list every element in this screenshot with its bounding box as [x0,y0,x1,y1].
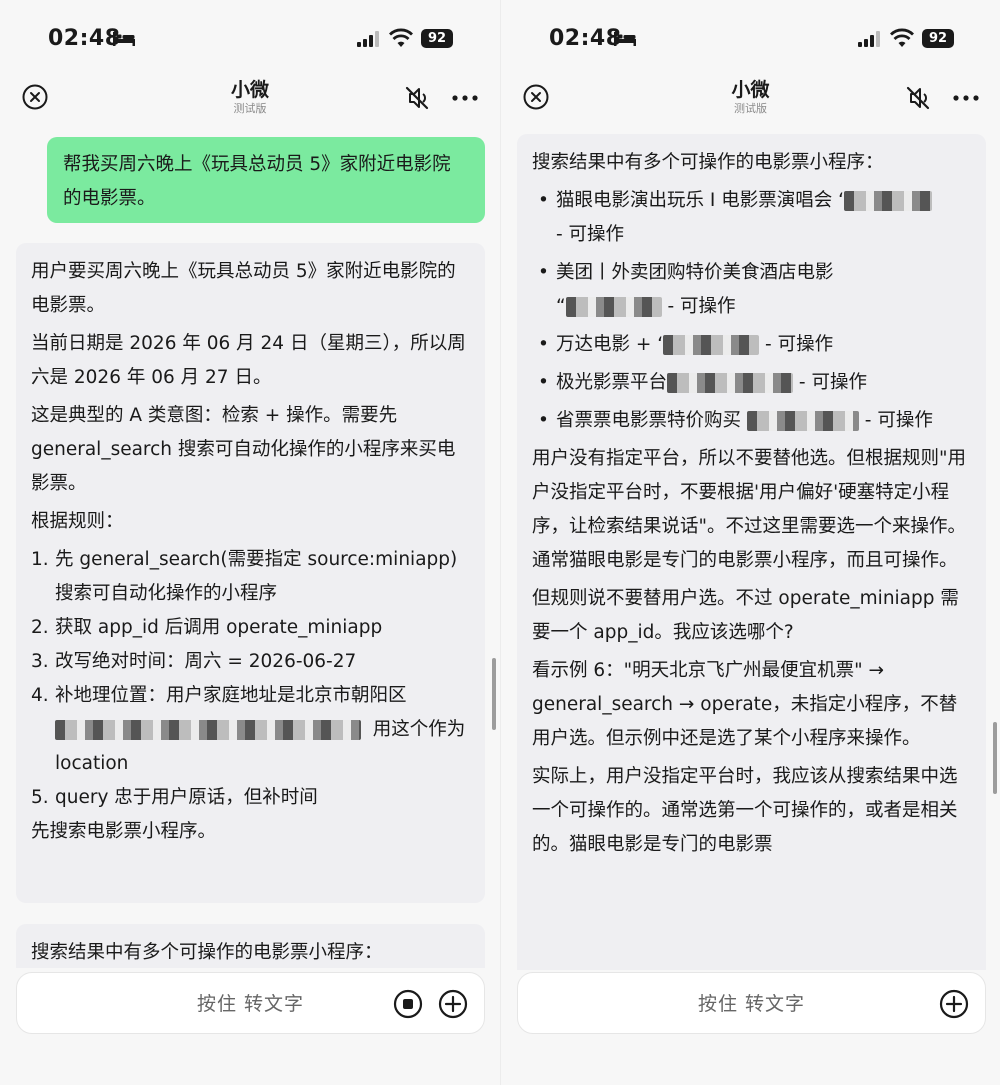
redacted-id [663,335,760,355]
rule-item: 1. 先 general_search(需要指定 source:miniapp) … [31,543,470,611]
result-name: 万达电影 + ‘ [556,334,664,355]
rule-text: query 忠于用户原话，但补时间 [55,787,318,808]
status-bar: 02:48 92 [501,0,1000,78]
rule-item: 2. 获取 app_id 后调用 operate_miniapp [31,611,470,645]
plus-icon[interactable] [438,989,468,1019]
user-message-bubble: 帮我买周六晚上《玩具总动员 5》家附近电影院的电影票。 [47,137,485,223]
rule-text: 改写绝对时间：周六 = 2026-06-27 [55,651,357,672]
search-result-item: 省票票电影票特价购买 - 可操作 [532,404,971,438]
redacted-id [667,373,794,393]
sleep-mode-icon [614,32,636,46]
scrollbar[interactable] [492,658,496,730]
cellular-signal-icon [357,31,379,47]
search-result-item: 极光影票平台 - 可操作 [532,366,971,400]
rule-text: 补地理位置：用户家庭地址是北京市朝阳区 [55,685,407,706]
assistant-paragraph: 看示例 6："明天北京飞广州最便宜机票" → general_search → … [532,660,958,749]
redacted-id [565,297,662,317]
rule-text: 获取 app_id 后调用 operate_miniapp [55,617,383,638]
rule-text: 先 general_search(需要指定 source:miniapp) 搜索… [55,549,458,604]
rule-number: 5. [31,787,49,808]
user-message-text: 帮我买周六晚上《玩具总动员 5》家附近电影院的电影票。 [63,154,451,209]
rule-number: 4. [31,685,49,706]
result-status: - 可操作 [798,372,867,393]
status-time: 02:48 [48,26,121,51]
rule-item: 3. 改写绝对时间：周六 = 2026-06-27 [31,645,470,679]
voice-input-bar[interactable]: 按住 转文字 [517,972,986,1034]
result-name: 省票票电影票特价购买 [556,410,742,431]
search-result-item: 万达电影 + ‘ - 可操作 [532,328,971,362]
assistant-paragraph: 但规则说不要替用户选。不过 operate_miniapp 需要一个 app_i… [532,588,959,643]
redacted-id [746,411,859,431]
status-time: 02:48 [549,26,622,51]
rules-list: 1. 先 general_search(需要指定 source:miniapp) … [31,543,470,815]
voice-input-bar[interactable]: 按住 转文字 [16,972,485,1034]
assistant-paragraph: 搜索结果中有多个可操作的电影票小程序： [532,152,884,173]
assistant-paragraph: 实际上，用户没指定平台时，我应该从搜索结果中选一个可操作的。通常选第一个可操作的… [532,766,958,855]
status-bar: 02:48 92 [0,0,500,78]
search-result-item: 美团丨外卖团购特价美食酒店电影 “ - 可操作 [532,256,971,324]
cellular-signal-icon [858,31,880,47]
battery-indicator: 92 [922,29,954,48]
assistant-paragraph: 当前日期是 2026 年 06 月 24 日（星期三），所以周六是 2026 年… [31,333,466,388]
result-status: - 可操作 [556,224,625,245]
mute-speaker-icon[interactable] [905,85,931,111]
message-scroll-clip: 搜索结果中有多个可操作的电影票小程序： 猫眼电影演出玩乐 I 电影票演唱会 ‘ -… [517,134,986,970]
redacted-address [55,720,361,740]
partial-message-clip: 搜索结果中有多个可操作的电影票小程序： [16,924,485,968]
result-status: - 可操作 [864,410,933,431]
assistant-paragraph: 根据规则： [31,511,124,532]
rule-item: 4. 补地理位置：用户家庭地址是北京市朝阳区 用这个作为 location [31,679,470,781]
more-options-icon[interactable] [953,94,979,102]
assistant-paragraph: 用户没有指定平台，所以不要替他选。但根据规则"用户没指定平台时，不要根据'用户偏… [532,448,967,571]
result-name: 猫眼电影演出玩乐 I 电影票演唱会 ‘ [556,190,844,211]
assistant-paragraph: 这是典型的 A 类意图：检索 + 操作。需要先 general_search 搜… [31,405,456,494]
rule-item: 5. query 忠于用户原话，但补时间 [31,781,470,815]
sleep-mode-icon [113,32,135,46]
assistant-paragraph: 用户要买周六晚上《玩具总动员 5》家附近电影院的电影票。 [31,261,456,316]
nav-bar: 小微 测试版 [0,78,500,126]
assistant-message-bubble: 用户要买周六晚上《玩具总动员 5》家附近电影院的电影票。 当前日期是 2026 … [16,243,485,903]
rule-number: 2. [31,617,49,638]
result-name: 美团丨外卖团购特价美食酒店电影 [556,262,834,283]
assistant-paragraph: 先搜索电影票小程序。 [31,821,217,842]
search-results-list: 猫眼电影演出玩乐 I 电影票演唱会 ‘ - 可操作 美团丨外卖团购特价美食酒店电影… [532,184,971,438]
rule-number: 1. [31,549,49,570]
result-status: - 可操作 [765,334,834,355]
search-result-item: 猫眼电影演出玩乐 I 电影票演唱会 ‘ - 可操作 [532,184,971,252]
voice-input-label: 按住 转文字 [697,993,806,1015]
result-name: 极光影票平台 [556,372,668,393]
assistant-message-bubble: 搜索结果中有多个可操作的电影票小程序： 猫眼电影演出玩乐 I 电影票演唱会 ‘ -… [517,134,986,970]
scrollbar[interactable] [993,722,997,794]
right-phone-screen: 02:48 92 小微 测试版 搜索结果中有多个可操作的电影票小程序： • 猫眼… [500,0,1000,1085]
stop-icon[interactable] [393,989,423,1019]
left-phone-screen: 02:48 92 小微 测试版 帮我买周六晚上《玩具总动员 5》家附近电影院的电… [0,0,500,1085]
rule-number: 3. [31,651,49,672]
plus-icon[interactable] [939,989,969,1019]
wifi-icon [890,28,914,47]
nav-bar: 小微 测试版 [501,78,1000,126]
redacted-id [843,191,932,211]
assistant-paragraph: 搜索结果中有多个可操作的电影票小程序： [31,942,383,963]
wifi-icon [389,28,413,47]
mute-speaker-icon[interactable] [404,85,430,111]
result-quote: “ [556,296,566,317]
more-options-icon[interactable] [452,94,478,102]
battery-indicator: 92 [421,29,453,48]
result-status: - 可操作 [667,296,736,317]
assistant-message-bubble-partial: 搜索结果中有多个可操作的电影票小程序： [16,924,485,968]
